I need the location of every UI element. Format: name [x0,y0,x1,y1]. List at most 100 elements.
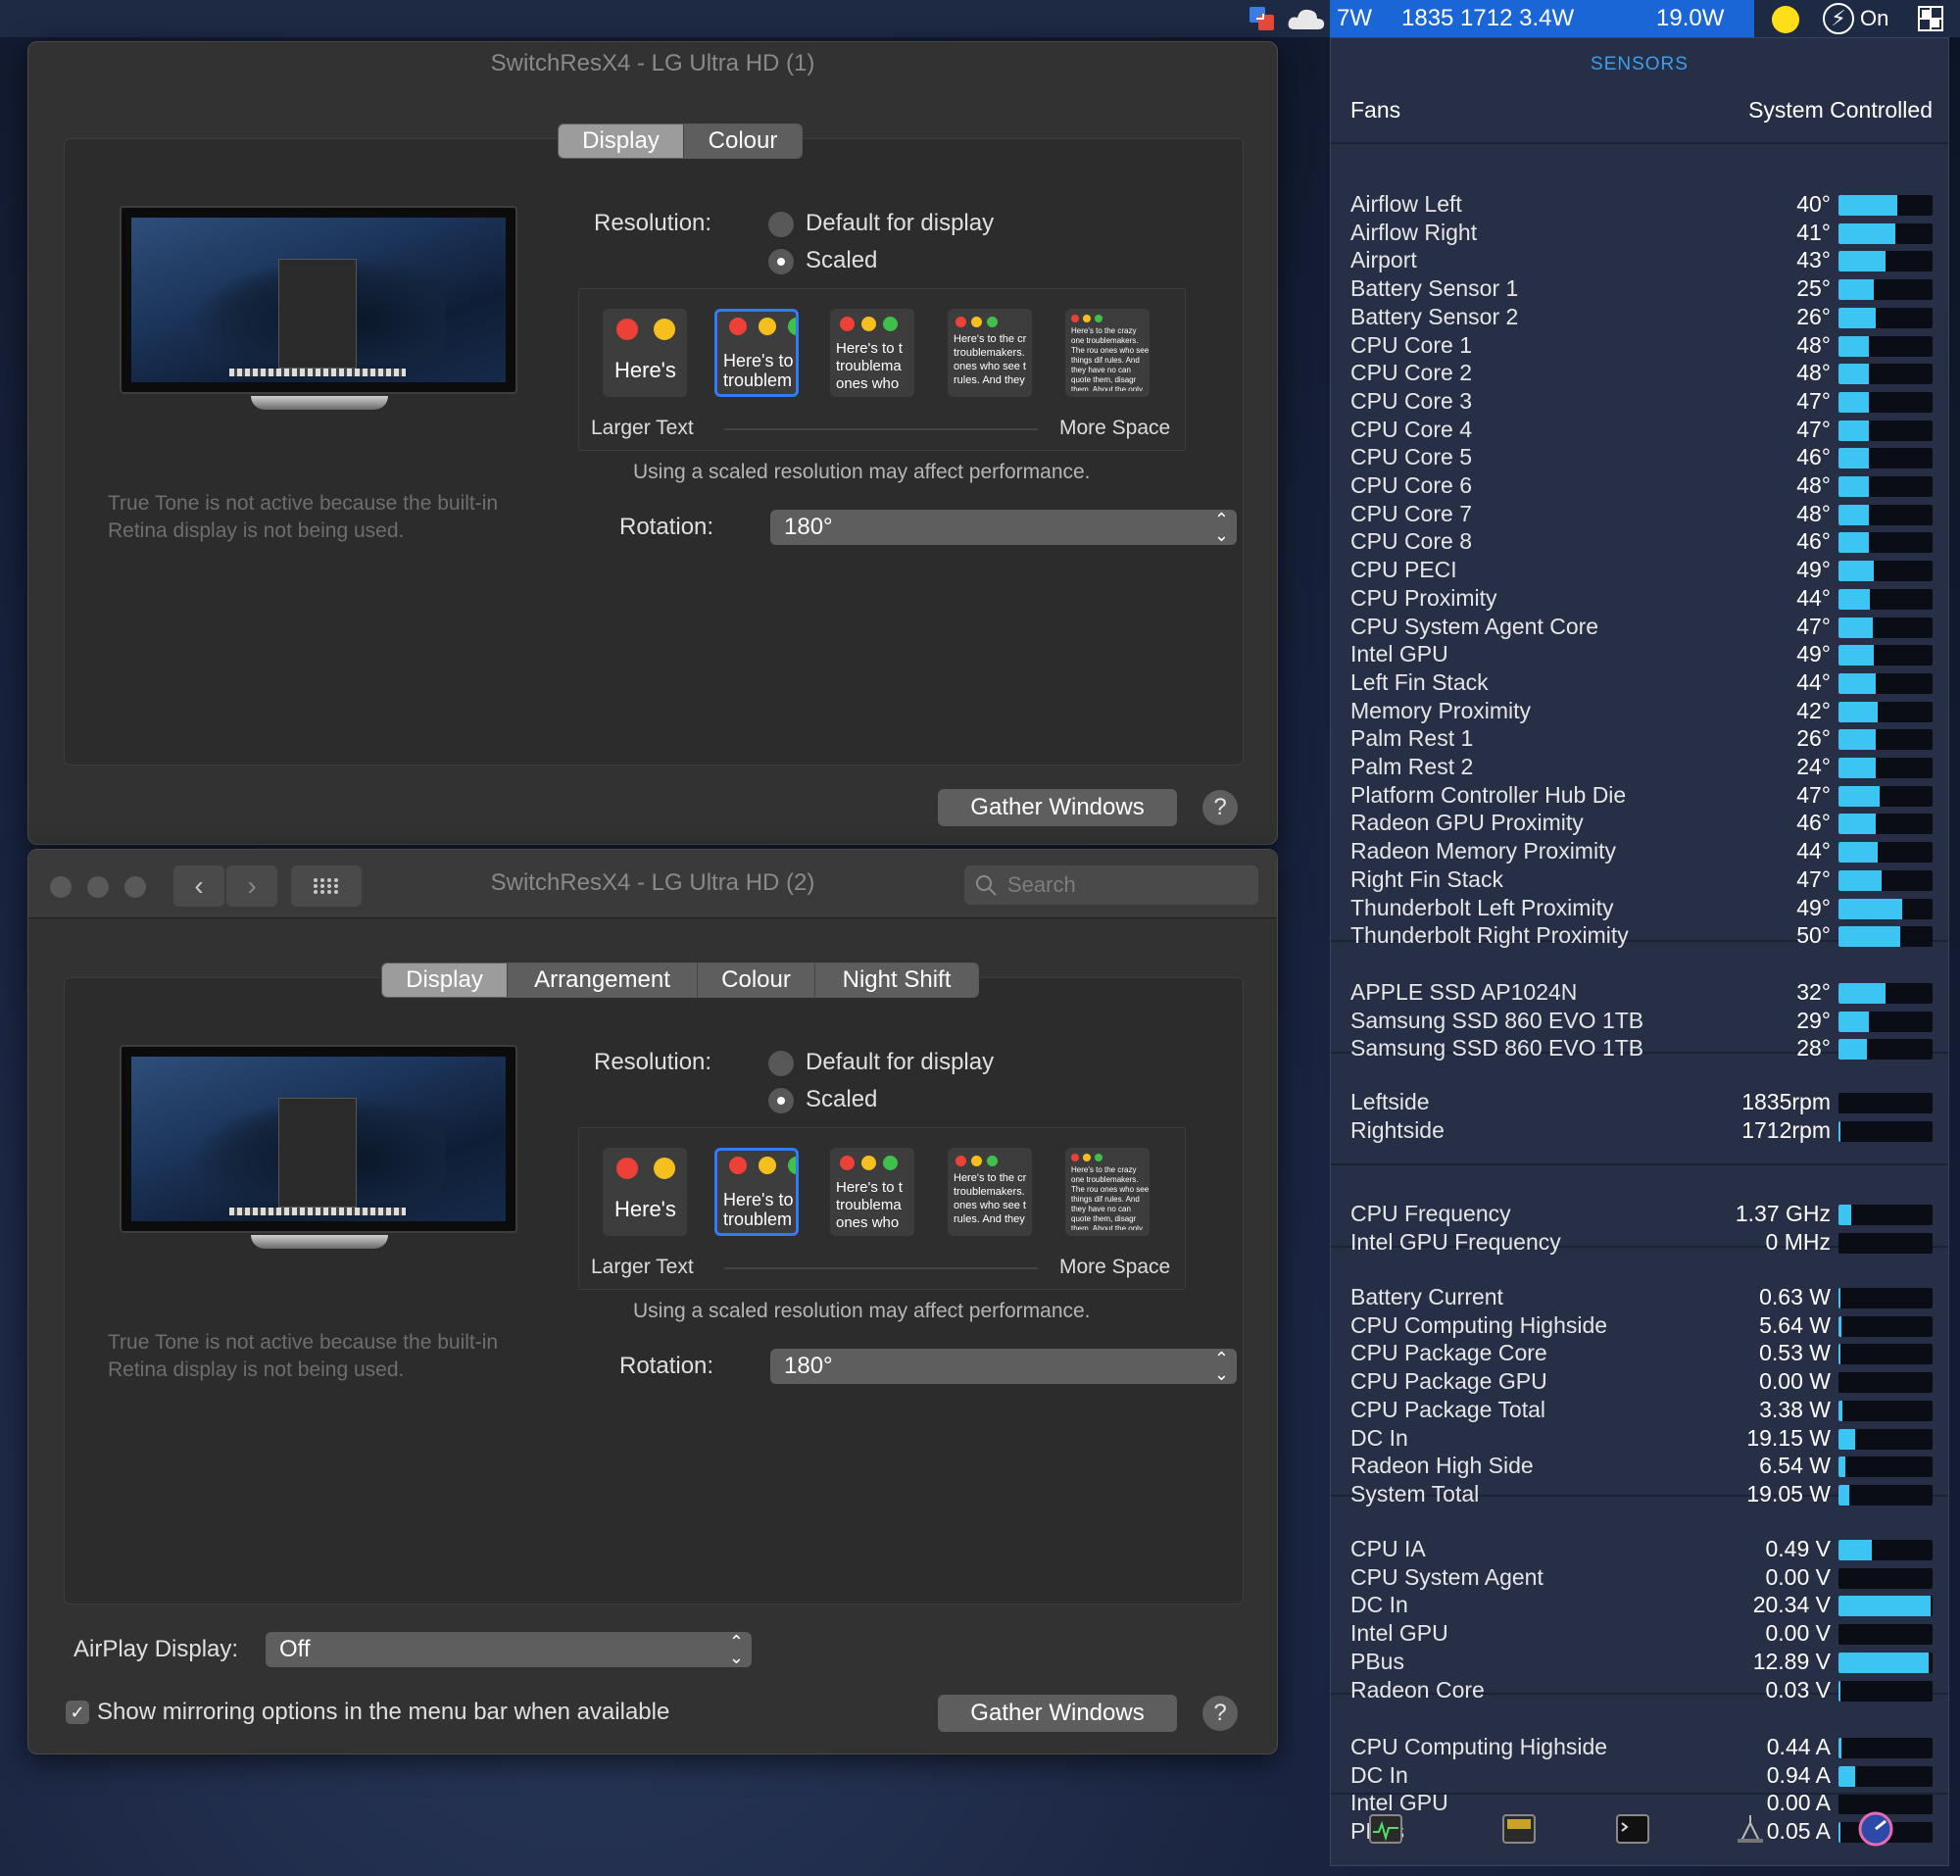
sensor-row[interactable]: Rightside 1712rpm [1350,1117,1933,1146]
tab-arrangement[interactable]: Arrangement [508,963,698,997]
radio-scaled[interactable] [768,1088,794,1113]
sensor-row[interactable]: PBus 12.89 V [1350,1649,1933,1677]
scale-option-5[interactable]: Here's to the crazy one troublemakers. T… [1065,1148,1150,1236]
option-scaled-label[interactable]: Scaled [806,1086,877,1113]
mirroring-label[interactable]: Show mirroring options in the menu bar w… [97,1699,669,1726]
sensor-row[interactable]: CPU System Agent Core 47° [1350,614,1933,642]
airplay-select[interactable]: Off ⌃ ⌄ [266,1632,752,1667]
search-input[interactable]: Search [964,865,1258,905]
sensor-row[interactable]: Radeon GPU Proximity 46° [1350,810,1933,838]
sensor-row[interactable]: CPU IA 0.49 V [1350,1536,1933,1564]
sensor-row[interactable]: Intel GPU 0.00 V [1350,1620,1933,1649]
sensor-row[interactable]: Intel GPU Frequency 0 MHz [1350,1229,1933,1258]
sensor-row[interactable]: CPU Frequency 1.37 GHz [1350,1201,1933,1229]
sensor-row[interactable]: CPU Core 7 48° [1350,501,1933,529]
menu-stat-rpm[interactable]: 1835 1712 3.4W [1401,0,1574,37]
sensor-row[interactable]: CPU Computing Highside 0.44 A [1350,1734,1933,1762]
sensor-row[interactable]: CPU Core 5 46° [1350,444,1933,472]
rotation-select[interactable]: 180° ⌃ ⌄ [770,1349,1237,1384]
radio-default[interactable] [768,1051,794,1076]
sensor-row[interactable]: Radeon Memory Proximity 44° [1350,838,1933,866]
sensor-row[interactable]: CPU Package Core 0.53 W [1350,1340,1933,1368]
sensor-row[interactable]: Platform Controller Hub Die 47° [1350,782,1933,811]
sensor-row[interactable]: Left Fin Stack 44° [1350,669,1933,698]
istat-menus-icon[interactable] [1858,1811,1893,1847]
sensor-row[interactable]: DC In 19.15 W [1350,1425,1933,1454]
sensor-row[interactable]: CPU Core 6 48° [1350,472,1933,501]
sensor-row[interactable]: Memory Proximity 42° [1350,698,1933,726]
sensor-row[interactable]: CPU Package GPU 0.00 W [1350,1368,1933,1397]
sensor-row[interactable]: Airport 43° [1350,247,1933,275]
scale-option-2[interactable]: Here's to troublem [714,1148,799,1236]
activity-monitor-icon[interactable] [1368,1812,1403,1846]
scale-option-3[interactable]: Here's to t troublema ones who [830,309,914,397]
sensor-name: Samsung SSD 860 EVO 1TB [1350,1035,1644,1061]
help-button[interactable]: ? [1202,1696,1238,1731]
sensor-row[interactable]: CPU Package Total 3.38 W [1350,1397,1933,1425]
sun-icon[interactable] [1772,6,1799,33]
sensor-row[interactable]: Thunderbolt Left Proximity 49° [1350,895,1933,923]
menu-stat-power[interactable]: 19.0W [1656,0,1724,37]
scale-option-2[interactable]: Here's to troublem [714,309,799,397]
sensor-row[interactable]: CPU PECI 49° [1350,557,1933,585]
scale-option-4[interactable]: Here's to the cr troublemakers. ones who… [948,309,1032,397]
rotation-select[interactable]: 180° ⌃ ⌄ [770,510,1237,545]
sync-icon[interactable] [1247,4,1278,33]
tab-display[interactable]: Display [559,124,684,158]
option-default-label[interactable]: Default for display [806,210,994,237]
sensor-row[interactable]: Airflow Left 40° [1350,191,1933,220]
option-default-label[interactable]: Default for display [806,1049,994,1076]
console-icon[interactable] [1501,1812,1537,1846]
tab-colour[interactable]: Colour [684,124,802,158]
sensor-row[interactable]: Battery Sensor 1 25° [1350,275,1933,304]
sensor-row[interactable]: Palm Rest 1 26° [1350,725,1933,754]
sensor-row[interactable]: DC In 20.34 V [1350,1592,1933,1620]
sensor-row[interactable]: CPU Proximity 44° [1350,585,1933,614]
gather-windows-button[interactable]: Gather Windows [938,789,1177,826]
sensor-row[interactable]: Radeon High Side 6.54 W [1350,1453,1933,1481]
radio-default[interactable] [768,212,794,237]
radio-scaled[interactable] [768,249,794,274]
sensor-row[interactable]: Leftside 1835rpm [1350,1089,1933,1117]
tab-colour[interactable]: Colour [698,963,815,997]
sensor-row[interactable]: CPU Core 3 47° [1350,388,1933,417]
tab-night-shift[interactable]: Night Shift [815,963,978,997]
sensor-row[interactable]: APPLE SSD AP1024N 32° [1350,979,1933,1008]
gather-windows-button[interactable]: Gather Windows [938,1695,1177,1732]
mirroring-checkbox[interactable]: ✓ [66,1701,89,1724]
sensor-row[interactable]: Battery Sensor 2 26° [1350,304,1933,332]
sensor-row[interactable]: CPU Core 1 48° [1350,332,1933,361]
sensor-row[interactable]: CPU Computing Highside 5.64 W [1350,1312,1933,1341]
sensor-row[interactable]: CPU Core 8 46° [1350,528,1933,557]
window-grid-icon[interactable] [1916,4,1945,33]
option-scaled-label[interactable]: Scaled [806,247,877,274]
scale-option-4[interactable]: Here's to the cr troublemakers. ones who… [948,1148,1032,1236]
sensor-row[interactable]: Airflow Right 41° [1350,220,1933,248]
sensor-row[interactable]: Right Fin Stack 47° [1350,866,1933,895]
scale-option-3[interactable]: Here's to t troublema ones who [830,1148,914,1236]
cloud-icon[interactable] [1286,4,1327,33]
sensor-row[interactable]: Samsung SSD 860 EVO 1TB 28° [1350,1035,1933,1063]
sensor-row[interactable]: Intel GPU 49° [1350,641,1933,669]
sensor-row[interactable]: Thunderbolt Right Proximity 50° [1350,922,1933,951]
bolt-icon[interactable]: ⚡ [1823,3,1854,34]
sensor-row[interactable]: DC In 0.94 A [1350,1762,1933,1791]
menu-stat-fan[interactable]: 7W [1337,0,1372,37]
sensor-row[interactable]: CPU Core 2 48° [1350,360,1933,388]
scale-option-1[interactable]: Here's [603,1148,687,1236]
sensor-row[interactable]: Radeon Core 0.03 V [1350,1677,1933,1705]
terminal-icon[interactable] [1615,1812,1650,1846]
scale-option-1[interactable]: Here's [603,309,687,397]
sensor-row[interactable]: Samsung SSD 860 EVO 1TB 29° [1350,1008,1933,1036]
system-info-icon[interactable] [1733,1812,1768,1846]
scale-option-5[interactable]: Here's to the crazy one troublemakers. T… [1065,309,1150,397]
sensor-row[interactable]: CPU System Agent 0.00 V [1350,1564,1933,1593]
tab-display[interactable]: Display [382,963,508,997]
sensor-row[interactable]: CPU Core 4 47° [1350,417,1933,445]
menu-toggle-label[interactable]: On [1860,0,1888,37]
sensor-row[interactable]: System Total 19.05 W [1350,1481,1933,1509]
help-button[interactable]: ? [1202,790,1238,825]
sensor-row[interactable]: Battery Current 0.63 W [1350,1284,1933,1312]
sensor-row[interactable]: Palm Rest 2 24° [1350,754,1933,782]
fans-mode[interactable]: System Controlled [1748,97,1933,123]
